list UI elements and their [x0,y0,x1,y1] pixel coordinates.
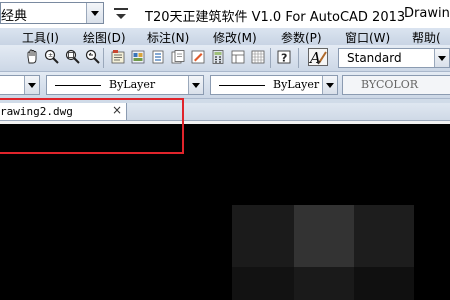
plot-style-dropdown[interactable]: BYCOLOR [342,75,450,95]
canvas-tile [294,267,354,300]
quick-access-customize-icon[interactable] [112,5,130,23]
svg-text:?: ? [281,52,287,65]
toolbar-separator [298,48,299,68]
design-center-icon[interactable] [130,49,146,65]
properties-icon[interactable] [110,49,126,65]
canvas-tile [232,267,294,300]
menu-parameters[interactable]: 参数(P) [281,29,322,46]
menu-modify[interactable]: 修改(M) [213,29,257,46]
workspace-dropdown[interactable]: 经典 [0,2,104,24]
text-style-icon[interactable]: A [308,48,328,66]
linetype-value: ByLayer [109,78,156,91]
app-title: T20天正建筑软件 V1.0 For AutoCAD 2013 [145,10,406,25]
standard-toolbar: ± ? A Standard [0,45,450,72]
plot-style-value: BYCOLOR [361,78,418,91]
canvas-tile [294,205,354,267]
toolbar-separator [270,48,271,68]
lineweight-dropdown[interactable]: ByLayer [210,75,338,95]
help-icon[interactable]: ? [276,49,292,65]
chevron-down-icon[interactable] [322,76,337,94]
properties-toolbar: ByLayer ByLayer BYCOLOR [0,72,450,99]
drawing-title: Drawing [404,6,450,21]
sheet-set-icon[interactable] [170,49,186,65]
menu-draw[interactable]: 绘图(D) [83,29,126,46]
chevron-down-icon[interactable] [188,76,203,94]
zoom-window-icon[interactable] [64,49,80,65]
canvas-tile [354,205,414,267]
linetype-preview [55,85,101,86]
lineweight-value: ByLayer [273,78,320,91]
canvas-tile [354,267,414,300]
layout-icon[interactable] [230,49,246,65]
canvas-tile [232,205,294,267]
text-style-value: Standard [347,51,402,65]
chevron-down-icon[interactable] [86,3,103,23]
title-bar: 经典 T20天正建筑软件 V1.0 For AutoCAD 2013 Drawi… [0,0,450,29]
zoom-realtime-icon[interactable]: ± [44,49,60,65]
workspace-value: 经典 [1,9,28,24]
grid-icon[interactable] [250,49,266,65]
menu-window[interactable]: 窗口(W) [345,29,390,46]
calculator-icon[interactable] [210,49,226,65]
menu-help[interactable]: 帮助( [412,29,441,46]
tool-palettes-icon[interactable] [150,49,166,65]
pan-icon[interactable] [24,49,40,65]
lineweight-preview [219,85,265,86]
menu-bar: 工具(I) 绘图(D) 标注(N) 修改(M) 参数(P) 窗口(W) 帮助( [0,28,450,45]
menu-tools[interactable]: 工具(I) [22,29,59,46]
markup-icon[interactable] [190,49,206,65]
svg-text:±: ± [48,52,53,59]
menu-dimension[interactable]: 标注(N) [147,29,189,46]
highlight-box [0,98,184,154]
text-style-dropdown[interactable]: Standard [338,48,450,68]
chevron-down-icon[interactable] [434,49,449,67]
layer-dropdown[interactable] [0,75,40,95]
linetype-dropdown[interactable]: ByLayer [46,75,204,95]
toolbar-separator [103,48,104,68]
zoom-previous-icon[interactable] [84,49,100,65]
chevron-down-icon[interactable] [24,76,39,94]
